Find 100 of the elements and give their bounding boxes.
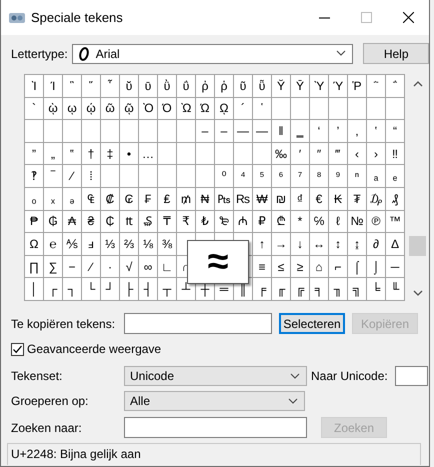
character-cell[interactable]: Ὸ (139, 98, 157, 120)
character-cell[interactable]: ⅜ (158, 233, 176, 255)
character-cell[interactable]: ₲ (44, 210, 62, 232)
character-cell[interactable]: ₽ (253, 210, 271, 232)
character-cell[interactable]: ‒ (196, 120, 214, 142)
character-cell[interactable]: ῟ (101, 75, 119, 97)
character-cell[interactable]: ― (253, 120, 271, 142)
character-cell[interactable]: ⁄ (63, 165, 81, 187)
character-cell[interactable]: ₥ (177, 188, 195, 210)
character-cell[interactable]: ₫ (291, 188, 309, 210)
character-cell[interactable]: ⅛ (139, 233, 157, 255)
character-cell[interactable]: “ (386, 120, 404, 142)
character-cell[interactable]: ⁞ (82, 165, 100, 187)
character-cell[interactable]: ∑ (44, 256, 62, 278)
character-cell[interactable]: ⁿ (348, 165, 366, 187)
character-cell[interactable]: – (215, 120, 233, 142)
character-cell[interactable]: ῶ (101, 98, 119, 120)
character-cell[interactable]: ∕ (82, 256, 100, 278)
character-cell[interactable]: … (139, 142, 157, 164)
character-cell[interactable]: ╒ (253, 278, 271, 300)
character-cell[interactable]: ℮ (44, 233, 62, 255)
character-cell[interactable]: Ῥ (348, 75, 366, 97)
character-cell[interactable]: † (82, 142, 100, 164)
character-cell[interactable]: ┌ (44, 278, 62, 300)
character-cell[interactable]: ῾ (253, 98, 271, 120)
character-cell[interactable]: ₳ (63, 210, 81, 232)
character-cell[interactable]: → (272, 233, 290, 255)
character-cell[interactable]: ₻ (215, 210, 233, 232)
character-cell[interactable]: Ῡ (291, 75, 309, 97)
character-cell[interactable]: ∏ (25, 256, 43, 278)
character-cell[interactable]: └ (82, 278, 100, 300)
character-cell[interactable]: ₦ (196, 188, 214, 210)
character-cell[interactable]: ‽ (25, 165, 43, 187)
character-cell[interactable]: ῡ (139, 75, 157, 97)
character-cell[interactable]: ₔ (63, 188, 81, 210)
character-cell[interactable]: ‹ (348, 142, 366, 164)
character-cell[interactable]: ₼ (234, 210, 252, 232)
character-cell[interactable]: ╖ (329, 278, 347, 300)
character-cell[interactable]: ⌂ (310, 256, 328, 278)
character-cell[interactable]: ₠ (82, 188, 100, 210)
character-cell[interactable]: ῲ (44, 98, 62, 120)
character-cell[interactable]: ῢ (158, 75, 176, 97)
character-cell[interactable]: ῞ (82, 75, 100, 97)
character-cell[interactable]: ∞ (139, 256, 157, 278)
character-cell[interactable]: ∂ (367, 233, 385, 255)
character-cell[interactable]: ῦ (234, 75, 252, 97)
character-cell[interactable]: ‴ (329, 142, 347, 164)
character-cell[interactable]: ΰ (177, 75, 195, 97)
character-cell[interactable]: ″ (310, 142, 328, 164)
character-cell[interactable]: ΅ (386, 75, 404, 97)
character-cell[interactable]: ῷ (120, 98, 138, 120)
character-cell[interactable]: ₒ (25, 188, 43, 210)
character-cell[interactable]: ₤ (158, 188, 176, 210)
character-cell[interactable]: ₮ (348, 188, 366, 210)
character-cell[interactable]: № (348, 210, 366, 232)
character-cell[interactable]: ₩ (253, 188, 271, 210)
character-cell[interactable]: ┐ (63, 278, 81, 300)
help-button[interactable]: Help (363, 43, 429, 64)
character-cell[interactable]: ™ (386, 210, 404, 232)
character-cell[interactable]: ‖ (272, 120, 290, 142)
character-cell[interactable]: ₭ (329, 188, 347, 210)
character-cell[interactable]: ℓ (329, 210, 347, 232)
character-cell[interactable]: ‰ (272, 142, 290, 164)
character-cell[interactable]: — (234, 120, 252, 142)
character-cell[interactable]: ₱ (25, 210, 43, 232)
character-cell[interactable]: ⁹ (329, 165, 347, 187)
character-cell[interactable]: Ῠ (272, 75, 290, 97)
character-cell[interactable]: ₴ (82, 210, 100, 232)
character-cell[interactable]: ῭ (367, 75, 385, 97)
character-cell[interactable]: ‟ (63, 142, 81, 164)
scroll-down-icon[interactable] (412, 290, 422, 297)
group-by-dropdown[interactable]: Alle (124, 391, 305, 411)
font-dropdown[interactable]: Arial (72, 44, 354, 64)
advanced-checkbox[interactable] (11, 342, 24, 356)
character-cell[interactable]: ┤ (139, 278, 157, 300)
character-cell[interactable]: ₢ (120, 188, 138, 210)
character-cell[interactable]: ‼ (386, 142, 404, 164)
copy-field[interactable] (124, 313, 272, 334)
character-cell[interactable]: ₧ (215, 188, 233, 210)
character-cell[interactable]: Ώ (196, 98, 214, 120)
character-cell[interactable]: ┬ (158, 278, 176, 300)
character-cell[interactable]: ‚ (348, 120, 366, 142)
character-cell[interactable]: ⅎ (82, 233, 100, 255)
character-cell[interactable]: ₨ (234, 188, 252, 210)
character-cell[interactable]: ∟ (158, 256, 176, 278)
character-cell[interactable]: Ὶ (25, 75, 43, 97)
character-cell[interactable]: € (310, 188, 328, 210)
character-cell[interactable]: Ύ (329, 75, 347, 97)
character-cell[interactable]: ῴ (82, 98, 100, 120)
character-cell[interactable]: Ω (25, 233, 43, 255)
character-cell[interactable]: ` (25, 98, 43, 120)
character-cell[interactable]: ↓ (291, 233, 309, 255)
character-cell[interactable]: ⌐ (329, 256, 347, 278)
character-cell[interactable]: ⁰ (215, 165, 233, 187)
character-cell[interactable]: „ (44, 142, 62, 164)
character-cell[interactable]: ₺ (196, 210, 214, 232)
character-cell[interactable]: ₓ (44, 188, 62, 210)
character-cell[interactable]: Ὼ (177, 98, 195, 120)
character-cell[interactable]: ≤ (272, 256, 290, 278)
character-cell[interactable]: ⁸ (310, 165, 328, 187)
